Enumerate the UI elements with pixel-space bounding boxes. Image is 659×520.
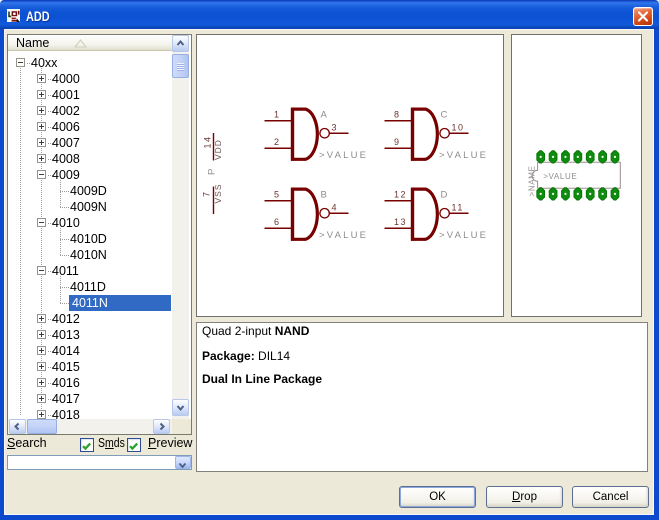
svg-text:>NAME: >NAME	[527, 165, 536, 196]
svg-text:P: P	[207, 166, 218, 175]
svg-text:3: 3	[332, 123, 339, 133]
svg-text:13: 13	[394, 217, 407, 227]
svg-text:11: 11	[452, 203, 464, 213]
svg-text:1: 1	[274, 110, 281, 120]
svg-text:VSS: VSS	[213, 183, 223, 203]
svg-text:12: 12	[394, 190, 407, 200]
svg-text:A: A	[321, 110, 330, 121]
svg-text:>VALUE: >VALUE	[439, 230, 488, 241]
svg-text:>VALUE: >VALUE	[439, 150, 488, 161]
svg-text:>VALUE: >VALUE	[319, 150, 368, 161]
svg-text:7: 7	[202, 190, 212, 197]
svg-text:2: 2	[274, 137, 281, 147]
svg-text:D: D	[441, 190, 450, 201]
svg-text:VDD: VDD	[213, 139, 223, 160]
svg-text:C: C	[441, 110, 450, 121]
svg-text:8: 8	[394, 110, 401, 120]
svg-text:>VALUE: >VALUE	[543, 172, 577, 181]
svg-text:B: B	[321, 190, 330, 201]
svg-text:>VALUE: >VALUE	[319, 230, 368, 241]
svg-text:14: 14	[203, 135, 213, 148]
svg-text:9: 9	[394, 137, 401, 147]
svg-text:4: 4	[332, 203, 339, 213]
svg-text:10: 10	[452, 123, 465, 133]
svg-text:6: 6	[274, 217, 281, 227]
svg-text:5: 5	[274, 190, 281, 200]
